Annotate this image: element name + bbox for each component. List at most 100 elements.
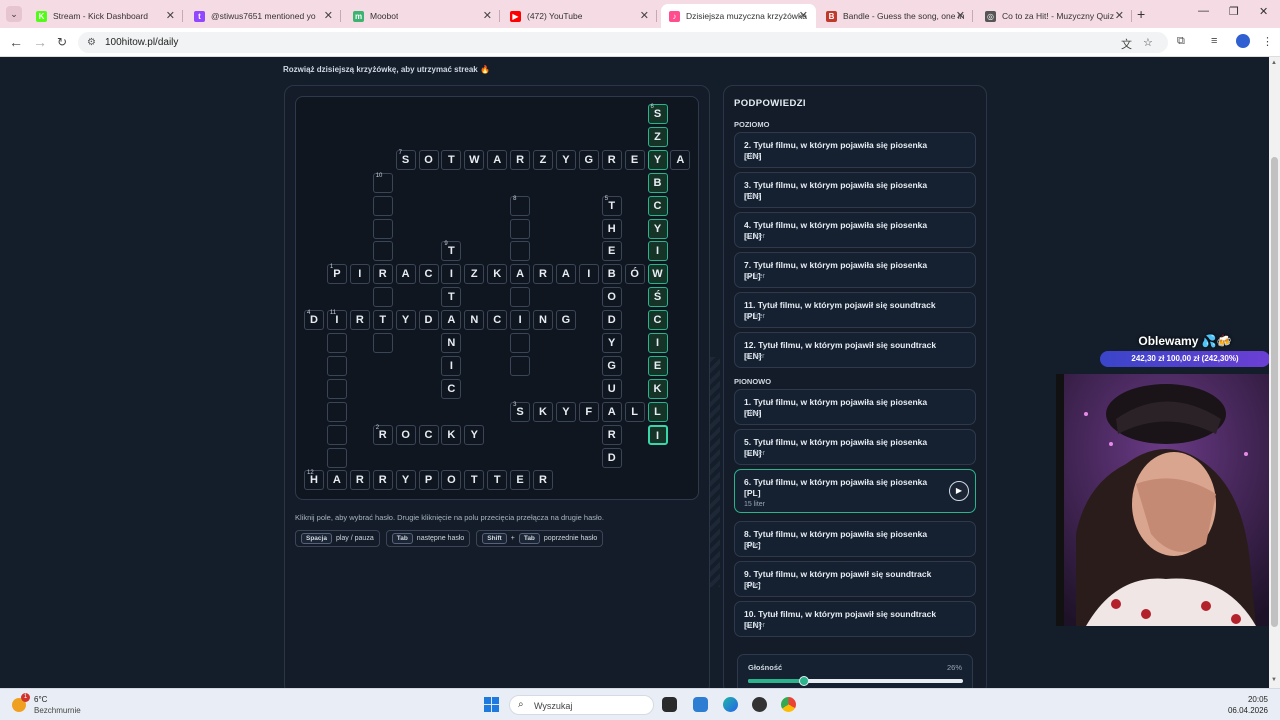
crossword-cell[interactable]: I: [647, 424, 668, 445]
crossword-cell[interactable]: Y: [395, 310, 416, 331]
crossword-cell[interactable]: R: [601, 149, 622, 170]
scroll-up-arrow[interactable]: ▲: [1271, 60, 1277, 66]
extensions-icon[interactable]: ⧉: [1177, 35, 1185, 48]
crossword-cell[interactable]: N: [464, 310, 485, 331]
crossword-cell[interactable]: H: [601, 218, 622, 239]
crossword-cell[interactable]: D: [418, 310, 439, 331]
crossword-cell[interactable]: [326, 333, 347, 353]
close-tab-icon[interactable]: ✕: [483, 9, 492, 22]
crossword-cell[interactable]: K: [647, 378, 668, 399]
crossword-cell[interactable]: D: [601, 310, 622, 331]
crossword-cell[interactable]: [510, 333, 531, 353]
crossword-cell[interactable]: Z: [647, 126, 668, 147]
crossword-cell[interactable]: [372, 241, 393, 262]
close-tab-icon[interactable]: ✕: [956, 9, 965, 22]
volume-slider[interactable]: [748, 676, 963, 686]
play-icon[interactable]: ▶: [949, 481, 969, 501]
crossword-cell[interactable]: Y: [464, 424, 485, 445]
crossword-cell[interactable]: I: [441, 355, 462, 376]
browser-tab[interactable]: B Bandle - Guess the song, one in ✕: [818, 4, 973, 28]
crossword-cell[interactable]: I: [647, 241, 668, 262]
crossword-cell[interactable]: L: [624, 401, 645, 422]
new-tab-button[interactable]: +: [1137, 6, 1145, 22]
clue-item[interactable]: 11. Tytuł filmu, w którym pojawił się so…: [734, 292, 976, 328]
forward-icon[interactable]: →: [33, 34, 47, 50]
crossword-cell[interactable]: Y: [647, 149, 668, 170]
menu-kebab-icon[interactable]: ⋮: [1262, 35, 1273, 48]
crossword-cell[interactable]: C: [418, 264, 439, 285]
maximize-icon[interactable]: ❐: [1229, 5, 1239, 18]
reload-icon[interactable]: ↻: [57, 35, 67, 49]
crossword-cell[interactable]: R: [533, 264, 553, 285]
crossword-cell[interactable]: C: [647, 195, 668, 216]
crossword-cell[interactable]: C: [418, 424, 439, 445]
outlook-icon[interactable]: [693, 697, 708, 712]
crossword-cell[interactable]: B: [601, 264, 622, 285]
crossword-cell[interactable]: R: [349, 310, 370, 331]
crossword-cell[interactable]: A: [395, 264, 416, 285]
clue-item[interactable]: 4. Tytuł filmu, w którym pojawiła się pi…: [734, 212, 976, 248]
crossword-cell[interactable]: Y: [555, 149, 576, 170]
crossword-cell[interactable]: T: [441, 287, 462, 308]
clue-item[interactable]: 9. Tytuł filmu, w którym pojawił się sou…: [734, 561, 976, 597]
media-controls-icon[interactable]: ≡: [1211, 35, 1217, 47]
crossword-cell[interactable]: [510, 218, 531, 239]
crossword-cell[interactable]: T: [464, 470, 485, 491]
taskbar-search[interactable]: ⌕ Wyszukaj: [509, 695, 654, 715]
tab-list-button[interactable]: ⌄: [6, 6, 22, 22]
crossword-cell[interactable]: U: [601, 378, 622, 399]
crossword-cell[interactable]: O: [418, 149, 439, 170]
windows-start-icon[interactable]: [484, 697, 499, 712]
crossword-cell[interactable]: O: [601, 287, 622, 308]
crossword-cell[interactable]: E: [624, 149, 645, 170]
crossword-cell[interactable]: [510, 241, 531, 262]
crossword-cell[interactable]: L: [647, 401, 668, 422]
crossword-cell[interactable]: [326, 424, 347, 445]
crossword-cell[interactable]: T: [441, 149, 462, 170]
clue-item[interactable]: 2. Tytuł filmu, w którym pojawiła się pi…: [734, 132, 976, 168]
crossword-cell[interactable]: [326, 355, 347, 376]
crossword-cell[interactable]: E: [601, 241, 622, 262]
close-tab-icon[interactable]: ✕: [324, 9, 333, 22]
crossword-cell[interactable]: [510, 355, 531, 376]
chrome-icon[interactable]: [781, 697, 796, 712]
crossword-cell[interactable]: P: [418, 470, 439, 491]
crossword-cell[interactable]: Z: [464, 264, 485, 285]
crossword-cell[interactable]: N: [441, 333, 462, 353]
crossword-cell[interactable]: S6: [647, 104, 668, 124]
crossword-cell[interactable]: [372, 218, 393, 239]
crossword-cell[interactable]: G: [601, 355, 622, 376]
browser-tab[interactable]: m Moobot ✕: [345, 4, 500, 28]
crossword-cell[interactable]: R: [510, 149, 531, 170]
crossword-cell[interactable]: I: [647, 333, 668, 353]
edge-icon[interactable]: [723, 697, 738, 712]
crossword-cell[interactable]: A: [510, 264, 531, 285]
crossword-cell[interactable]: E: [510, 470, 531, 491]
crossword-cell[interactable]: I: [349, 264, 370, 285]
crossword-cell[interactable]: K: [533, 401, 553, 422]
clue-item[interactable]: 12. Tytuł filmu, w którym pojawił się so…: [734, 332, 976, 368]
crossword-cell[interactable]: Ś: [647, 287, 668, 308]
crossword-cell[interactable]: A: [441, 310, 462, 331]
browser-tab[interactable]: ▶ (472) YouTube ✕: [502, 4, 657, 28]
clue-item[interactable]: 6. Tytuł filmu, w którym pojawiła się pi…: [734, 469, 976, 513]
crossword-cell[interactable]: B: [647, 172, 668, 193]
crossword-cell[interactable]: D4: [304, 310, 324, 331]
back-icon[interactable]: ←: [9, 34, 23, 50]
crossword-cell[interactable]: I: [578, 264, 599, 285]
crossword-cell[interactable]: R: [349, 470, 370, 491]
crossword-cell[interactable]: R: [601, 424, 622, 445]
crossword-cell[interactable]: K: [487, 264, 508, 285]
close-tab-icon[interactable]: ✕: [166, 9, 175, 22]
crossword-cell[interactable]: D: [601, 447, 622, 468]
crossword-cell[interactable]: T: [372, 310, 393, 331]
clue-item[interactable]: 7. Tytuł filmu, w którym pojawiła się pi…: [734, 252, 976, 288]
crossword-cell[interactable]: K: [441, 424, 462, 445]
crossword-cell[interactable]: Y: [555, 401, 576, 422]
crossword-cell[interactable]: C: [441, 378, 462, 399]
clue-item[interactable]: 1. Tytuł filmu, w którym pojawiła się pi…: [734, 389, 976, 425]
clue-item[interactable]: 3. Tytuł filmu, w którym pojawiła się pi…: [734, 172, 976, 208]
crossword-cell[interactable]: F: [578, 401, 599, 422]
crossword-cell[interactable]: T: [487, 470, 508, 491]
crossword-cell[interactable]: T5: [601, 195, 622, 216]
